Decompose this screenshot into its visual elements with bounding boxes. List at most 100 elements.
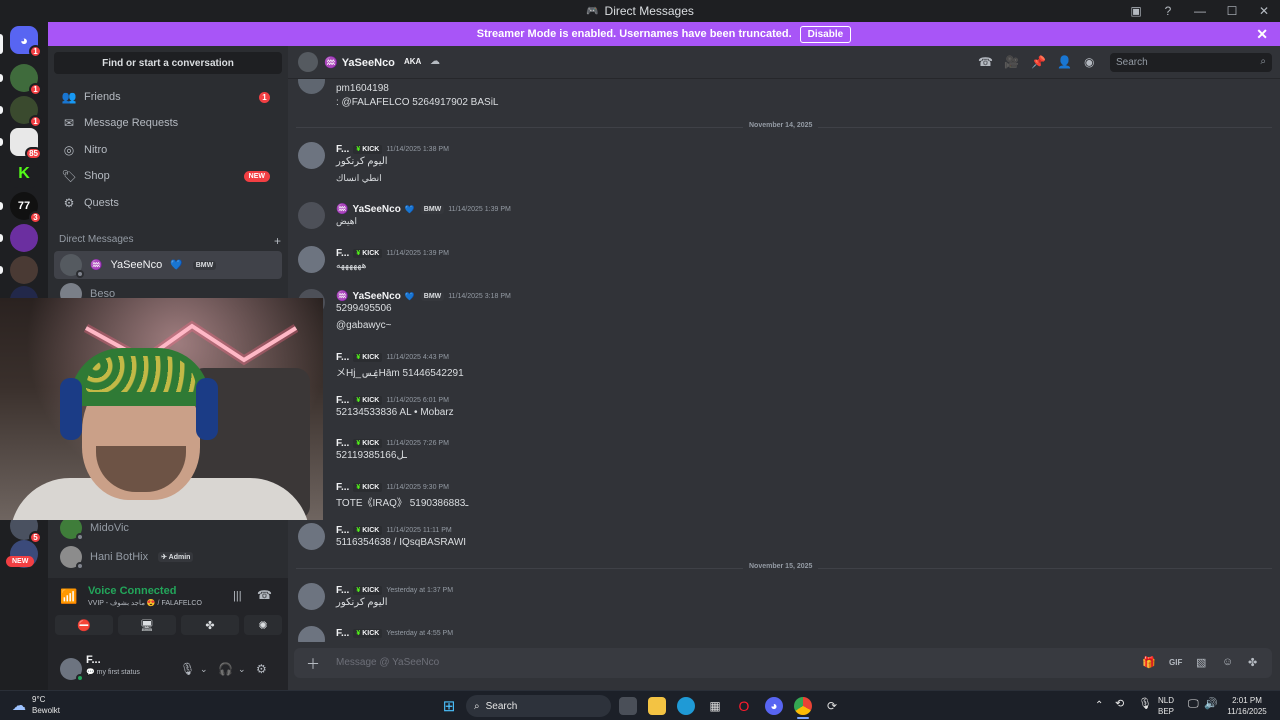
disable-button[interactable]: Disable xyxy=(799,25,852,43)
clock-time: 2:01 PM xyxy=(1232,696,1262,705)
webcam-overlay xyxy=(0,298,323,520)
author[interactable]: F... xyxy=(336,628,349,639)
tag-label: KICK xyxy=(362,484,380,491)
task-view-icon[interactable] xyxy=(619,697,637,715)
activities-button[interactable]: ✤ xyxy=(181,615,239,635)
add-friend-icon[interactable]: 👤 xyxy=(1057,55,1072,69)
dm-item-yaseenco[interactable]: ♒ YaSeeNco 💙 BMW xyxy=(54,251,282,279)
chevron-down-icon[interactable]: ⌄ xyxy=(238,664,246,675)
avatar xyxy=(298,142,325,169)
kick-server-icon[interactable]: K xyxy=(10,160,38,188)
timestamp: Yesterday at 4:55 PM xyxy=(386,630,454,637)
author[interactable]: F... xyxy=(336,585,349,596)
opera-icon[interactable]: O xyxy=(735,697,753,715)
chevron-up-icon[interactable]: ⌃ xyxy=(1095,700,1103,711)
store-icon[interactable]: ▦ xyxy=(706,697,724,715)
active-indicator xyxy=(797,717,809,719)
file-explorer-icon[interactable] xyxy=(648,697,666,715)
edge-icon[interactable] xyxy=(677,697,695,715)
tag-label: KICK xyxy=(362,587,380,594)
server-badge: 1 xyxy=(29,115,42,128)
title-bar: 🎮 Direct Messages ▣ ? — ☐ ✕ xyxy=(0,0,1280,22)
weather-widget[interactable]: ☁ 9°C Bewolkt xyxy=(12,694,60,716)
soundboard-button[interactable]: ✺ xyxy=(244,615,282,635)
author[interactable]: F... xyxy=(336,144,349,155)
dm-item-hani-bothix[interactable]: Hani BotHix ✈ Admin xyxy=(54,543,282,571)
gift-icon[interactable]: 🎁 xyxy=(1142,656,1156,669)
profile-icon[interactable]: ◉ xyxy=(1084,55,1094,69)
cloud-icon: ☁ xyxy=(12,696,26,713)
message: pm1604198 : @FALAFELCO 5264917902 BASiL xyxy=(288,79,1268,108)
author[interactable]: F... xyxy=(336,525,349,536)
help-icon[interactable]: ? xyxy=(1152,0,1184,22)
minimize-button[interactable]: — xyxy=(1184,0,1216,22)
headset-icon[interactable]: 🎧 xyxy=(218,662,233,676)
camera-off-button[interactable]: ⛔ xyxy=(55,615,113,635)
gear-icon[interactable]: ⚙ xyxy=(256,662,267,676)
emoji-icon[interactable]: ☺ xyxy=(1222,656,1233,668)
find-conversation-button[interactable]: Find or start a conversation xyxy=(54,52,282,74)
message-line: 5116354638 / IQsqBASRAWI xyxy=(336,537,467,548)
pin-icon[interactable]: 📌 xyxy=(1031,55,1046,69)
add-attachment-icon[interactable]: ＋ xyxy=(306,654,320,674)
network-icon[interactable]: 🖵 xyxy=(1188,699,1199,710)
nav-shop[interactable]: 🏷 Shop NEW xyxy=(54,163,282,189)
message-line: TOTE《IRAQ》 5190386883ـ xyxy=(336,498,469,509)
header-name[interactable]: ♒ YaSeeNco xyxy=(324,56,395,70)
disconnect-icon[interactable]: ☎ xyxy=(257,588,272,602)
server-icon[interactable] xyxy=(10,256,38,284)
maximize-button[interactable]: ☐ xyxy=(1216,0,1248,22)
language-indicator[interactable]: NLD BEP xyxy=(1158,695,1174,717)
screenshare-button[interactable]: 🖥 xyxy=(118,615,176,635)
home-button[interactable]: ◕ 1 xyxy=(10,26,42,58)
author[interactable]: YaSeeNco xyxy=(352,204,400,215)
message-input[interactable]: ＋ Message @ YaSeeNco 🎁 GIF ▧ ☺ ✤ xyxy=(294,648,1272,678)
call-icon[interactable]: ☎ xyxy=(978,55,993,69)
chevron-down-icon[interactable]: ⌄ xyxy=(200,664,208,675)
close-window-button[interactable]: ✕ xyxy=(1248,0,1280,22)
volume-icon[interactable]: 🔊 xyxy=(1204,699,1218,710)
start-icon[interactable]: ⊞ xyxy=(440,697,458,715)
weather-text: 9°C Bewolkt xyxy=(32,694,60,716)
server-icon[interactable]: 85 xyxy=(10,128,42,160)
gif-icon[interactable]: GIF xyxy=(1169,658,1182,667)
nav-friends[interactable]: 👥 Friends 1 xyxy=(54,84,282,110)
app-icon[interactable]: ⟳ xyxy=(823,697,841,715)
nav-nitro[interactable]: ◎ Nitro xyxy=(54,137,282,163)
server-icon[interactable]: 1 xyxy=(10,96,42,128)
aka-avatar-icon: ☁ xyxy=(430,56,440,67)
apps-icon[interactable]: ✤ xyxy=(1248,656,1257,669)
inbox-icon[interactable]: ▣ xyxy=(1120,0,1152,22)
noise-suppression-icon[interactable]: ||| xyxy=(233,590,242,602)
quests-icon: ⚙ xyxy=(63,196,75,210)
mic-icon[interactable]: 🎙 xyxy=(180,662,195,676)
server-icon[interactable]: 1 xyxy=(10,64,42,96)
author[interactable]: F... xyxy=(336,248,349,259)
sticker-icon[interactable]: ▧ xyxy=(1196,656,1206,669)
mic-tray-icon[interactable]: 🎙 xyxy=(1138,699,1152,710)
author[interactable]: F... xyxy=(336,352,349,363)
author[interactable]: F... xyxy=(336,482,349,493)
nitro-icon: ◎ xyxy=(63,143,75,157)
server-icon[interactable]: 77 3 xyxy=(10,192,42,224)
server-icon[interactable] xyxy=(10,224,38,252)
author[interactable]: F... xyxy=(336,395,349,406)
close-icon[interactable]: ✕ xyxy=(1256,26,1268,43)
friends-badge: 1 xyxy=(259,91,270,103)
headphone-right xyxy=(196,378,218,440)
taskbar-search[interactable]: ⌕ Search xyxy=(466,695,611,717)
nav-quests[interactable]: ⚙ Quests xyxy=(54,190,282,216)
author[interactable]: YaSeeNco xyxy=(352,291,400,302)
video-icon[interactable]: 🎥 xyxy=(1004,55,1019,69)
search-input[interactable]: Search ⌕ xyxy=(1110,53,1272,72)
nav-message-requests[interactable]: ✉ Message Requests xyxy=(54,110,282,136)
date-label: November 14, 2025 xyxy=(743,122,819,129)
user-avatar[interactable] xyxy=(60,658,84,682)
chrome-icon[interactable] xyxy=(794,697,812,715)
selected-pill xyxy=(0,34,3,54)
author[interactable]: F... xyxy=(336,438,349,449)
sync-icon[interactable]: ⟲ xyxy=(1115,699,1124,710)
add-dm-button[interactable]: + xyxy=(274,234,281,248)
discord-icon[interactable]: ◕ xyxy=(765,697,783,715)
clock[interactable]: 2:01 PM 11/16/2025 xyxy=(1224,695,1270,717)
